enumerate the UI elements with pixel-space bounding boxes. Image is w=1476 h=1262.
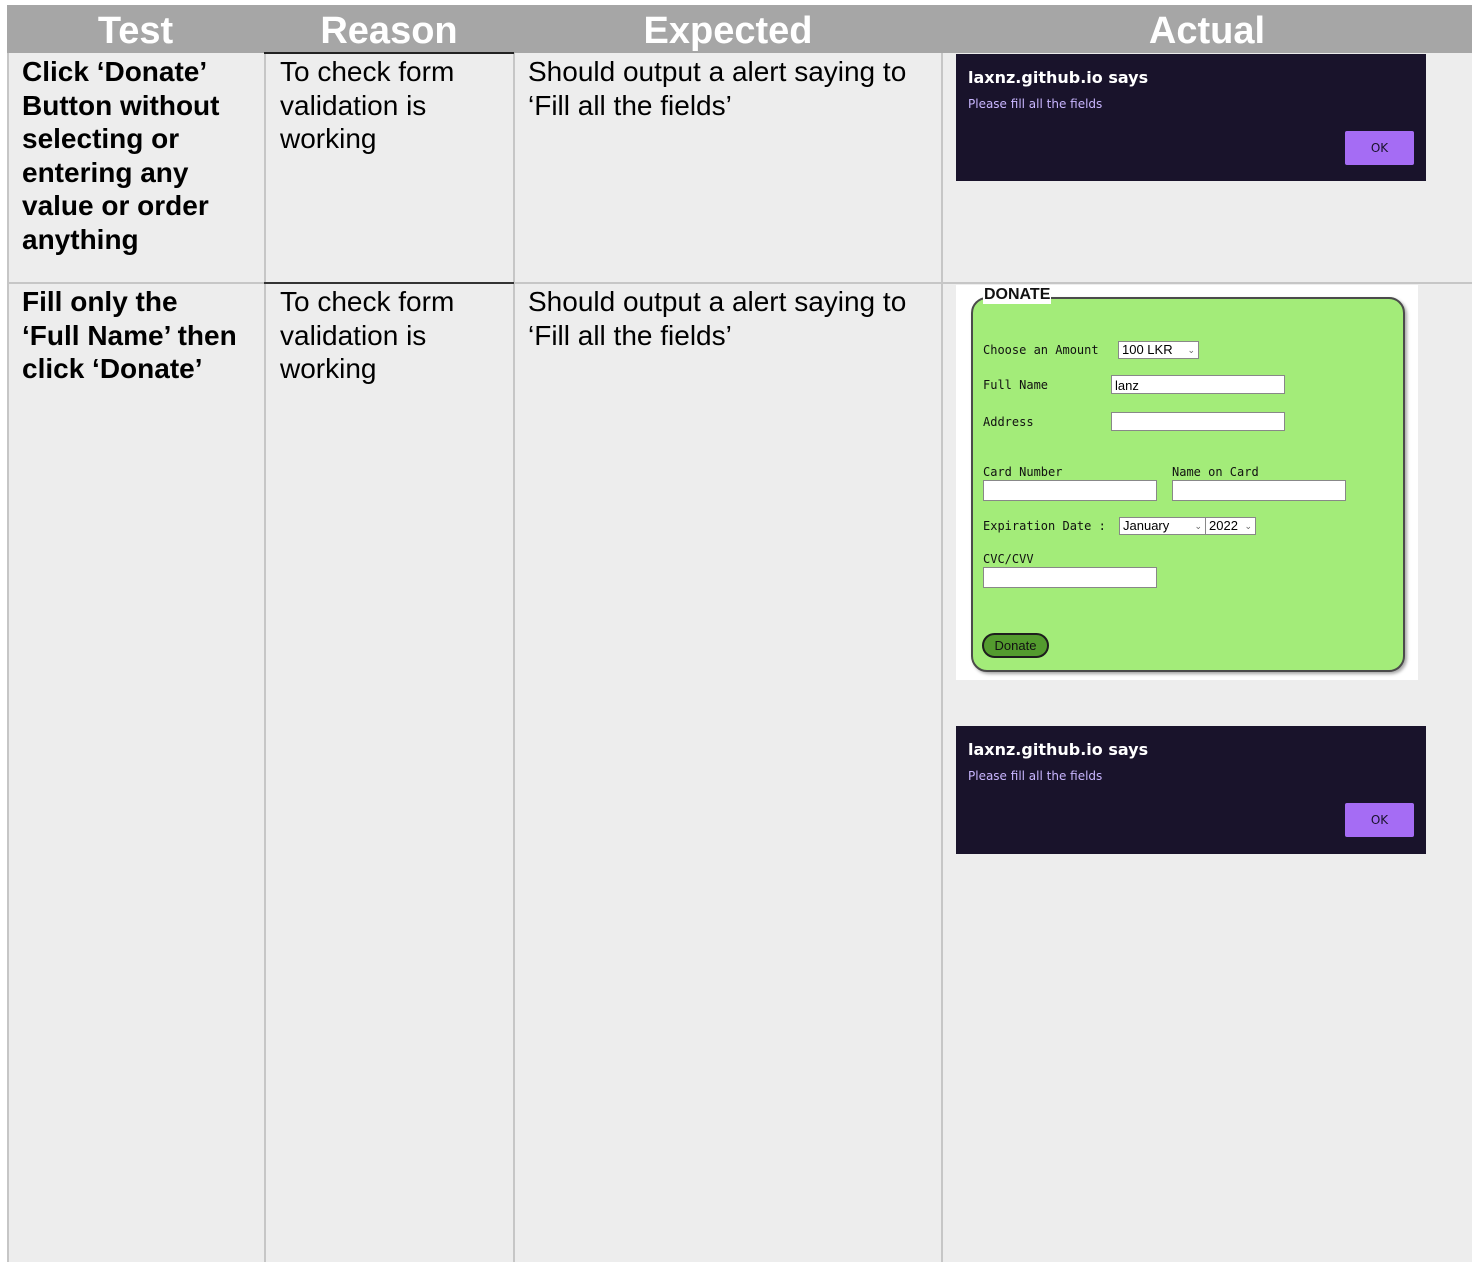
alert-ok-button[interactable]: OK — [1345, 131, 1414, 165]
fullname-input[interactable]: lanz — [1111, 375, 1285, 394]
form-legend: DONATE — [983, 286, 1052, 304]
alert-title: laxnz.github.io says — [968, 740, 1149, 759]
card-number-label: Card Number — [983, 465, 1063, 479]
alert-ok-button[interactable]: OK — [1345, 803, 1414, 837]
row1-test-line: entering any — [22, 156, 189, 188]
alert-message: Please fill all the fields — [968, 97, 1103, 111]
header-expected: Expected — [514, 5, 942, 53]
alert-message: Please fill all the fields — [968, 769, 1103, 783]
row1-test-line: Click ‘Donate’ — [22, 56, 208, 87]
row1-test-line: anything — [22, 223, 139, 255]
row2-reason-cell: To check form validation is working — [280, 285, 510, 386]
row1-test-line: selecting or — [22, 123, 180, 154]
address-label: Address — [983, 415, 1034, 429]
row-divider-dark — [264, 282, 514, 284]
year-select-value: 2022 — [1209, 518, 1238, 533]
row2-reason-line: working — [280, 353, 377, 384]
row2-test-line: ‘Full Name’ then — [22, 319, 237, 351]
amount-select-value: 100 LKR — [1122, 342, 1173, 357]
alert-dialog-screenshot: laxnz.github.io says Please fill all the… — [956, 726, 1426, 854]
header-underline — [264, 52, 514, 54]
expiration-label: Expiration Date : — [983, 519, 1106, 533]
row1-expected-cell: Should output a alert saying to ‘Fill al… — [528, 55, 938, 122]
column-divider — [264, 53, 266, 1262]
month-select-value: January — [1123, 518, 1170, 533]
month-select[interactable]: January ⌄ — [1119, 517, 1206, 535]
donate-button[interactable]: Donate — [982, 633, 1049, 658]
row2-test-cell: Fill only the ‘Full Name’ then click ‘Do… — [22, 285, 262, 386]
donate-form-screenshot: DONATE Choose an Amount 100 LKR ⌄ Full N… — [956, 285, 1418, 680]
row1-reason-line: validation is — [280, 89, 427, 121]
row1-test-line: Button without — [22, 89, 220, 121]
amount-select[interactable]: 100 LKR ⌄ — [1118, 341, 1199, 359]
cvc-label: CVC/CVV — [983, 552, 1034, 566]
row1-reason-cell: To check form validation is working — [280, 55, 510, 156]
row1-test-line: value or order — [22, 190, 209, 221]
address-input[interactable] — [1111, 412, 1285, 431]
row2-expected-line: ‘Fill all the fields’ — [528, 319, 732, 351]
name-on-card-label: Name on Card — [1172, 465, 1259, 479]
name-on-card-input[interactable] — [1172, 480, 1346, 501]
row2-expected-line: Should output a alert saying to — [528, 286, 907, 317]
row1-expected-line: ‘Fill all the fields’ — [528, 89, 732, 121]
row1-test-cell: Click ‘Donate’ Button without selecting … — [22, 55, 262, 256]
chevron-down-icon: ⌄ — [1187, 345, 1195, 355]
row2-reason-line: To check form — [280, 286, 455, 317]
card-number-input[interactable] — [983, 480, 1157, 501]
chevron-down-icon: ⌄ — [1244, 521, 1252, 531]
column-divider — [941, 53, 943, 1262]
row2-test-line: Fill only the — [22, 286, 178, 317]
alert-title: laxnz.github.io says — [968, 68, 1149, 87]
fullname-label: Full Name — [983, 378, 1049, 392]
row2-test-line: click ‘Donate’ — [22, 353, 203, 384]
amount-label: Choose an Amount — [983, 343, 1099, 357]
row-divider — [7, 282, 1472, 284]
cvc-input[interactable] — [983, 567, 1157, 588]
year-select[interactable]: 2022 ⌄ — [1205, 517, 1256, 535]
chevron-down-icon: ⌄ — [1194, 521, 1202, 531]
header-reason: Reason — [264, 5, 514, 53]
row1-reason-line: working — [280, 123, 377, 154]
column-divider — [7, 53, 9, 1262]
row1-expected-line: Should output a alert saying to — [528, 56, 907, 87]
row2-reason-line: validation is — [280, 319, 427, 351]
row2-expected-cell: Should output a alert saying to ‘Fill al… — [528, 285, 938, 352]
column-divider — [513, 53, 515, 1262]
header-actual: Actual — [942, 5, 1472, 53]
alert-dialog-screenshot: laxnz.github.io says Please fill all the… — [956, 54, 1426, 181]
header-test: Test — [7, 5, 264, 53]
test-case-table: Test Reason Expected Actual Click ‘Donat… — [7, 5, 1472, 1262]
row1-reason-line: To check form — [280, 56, 455, 87]
